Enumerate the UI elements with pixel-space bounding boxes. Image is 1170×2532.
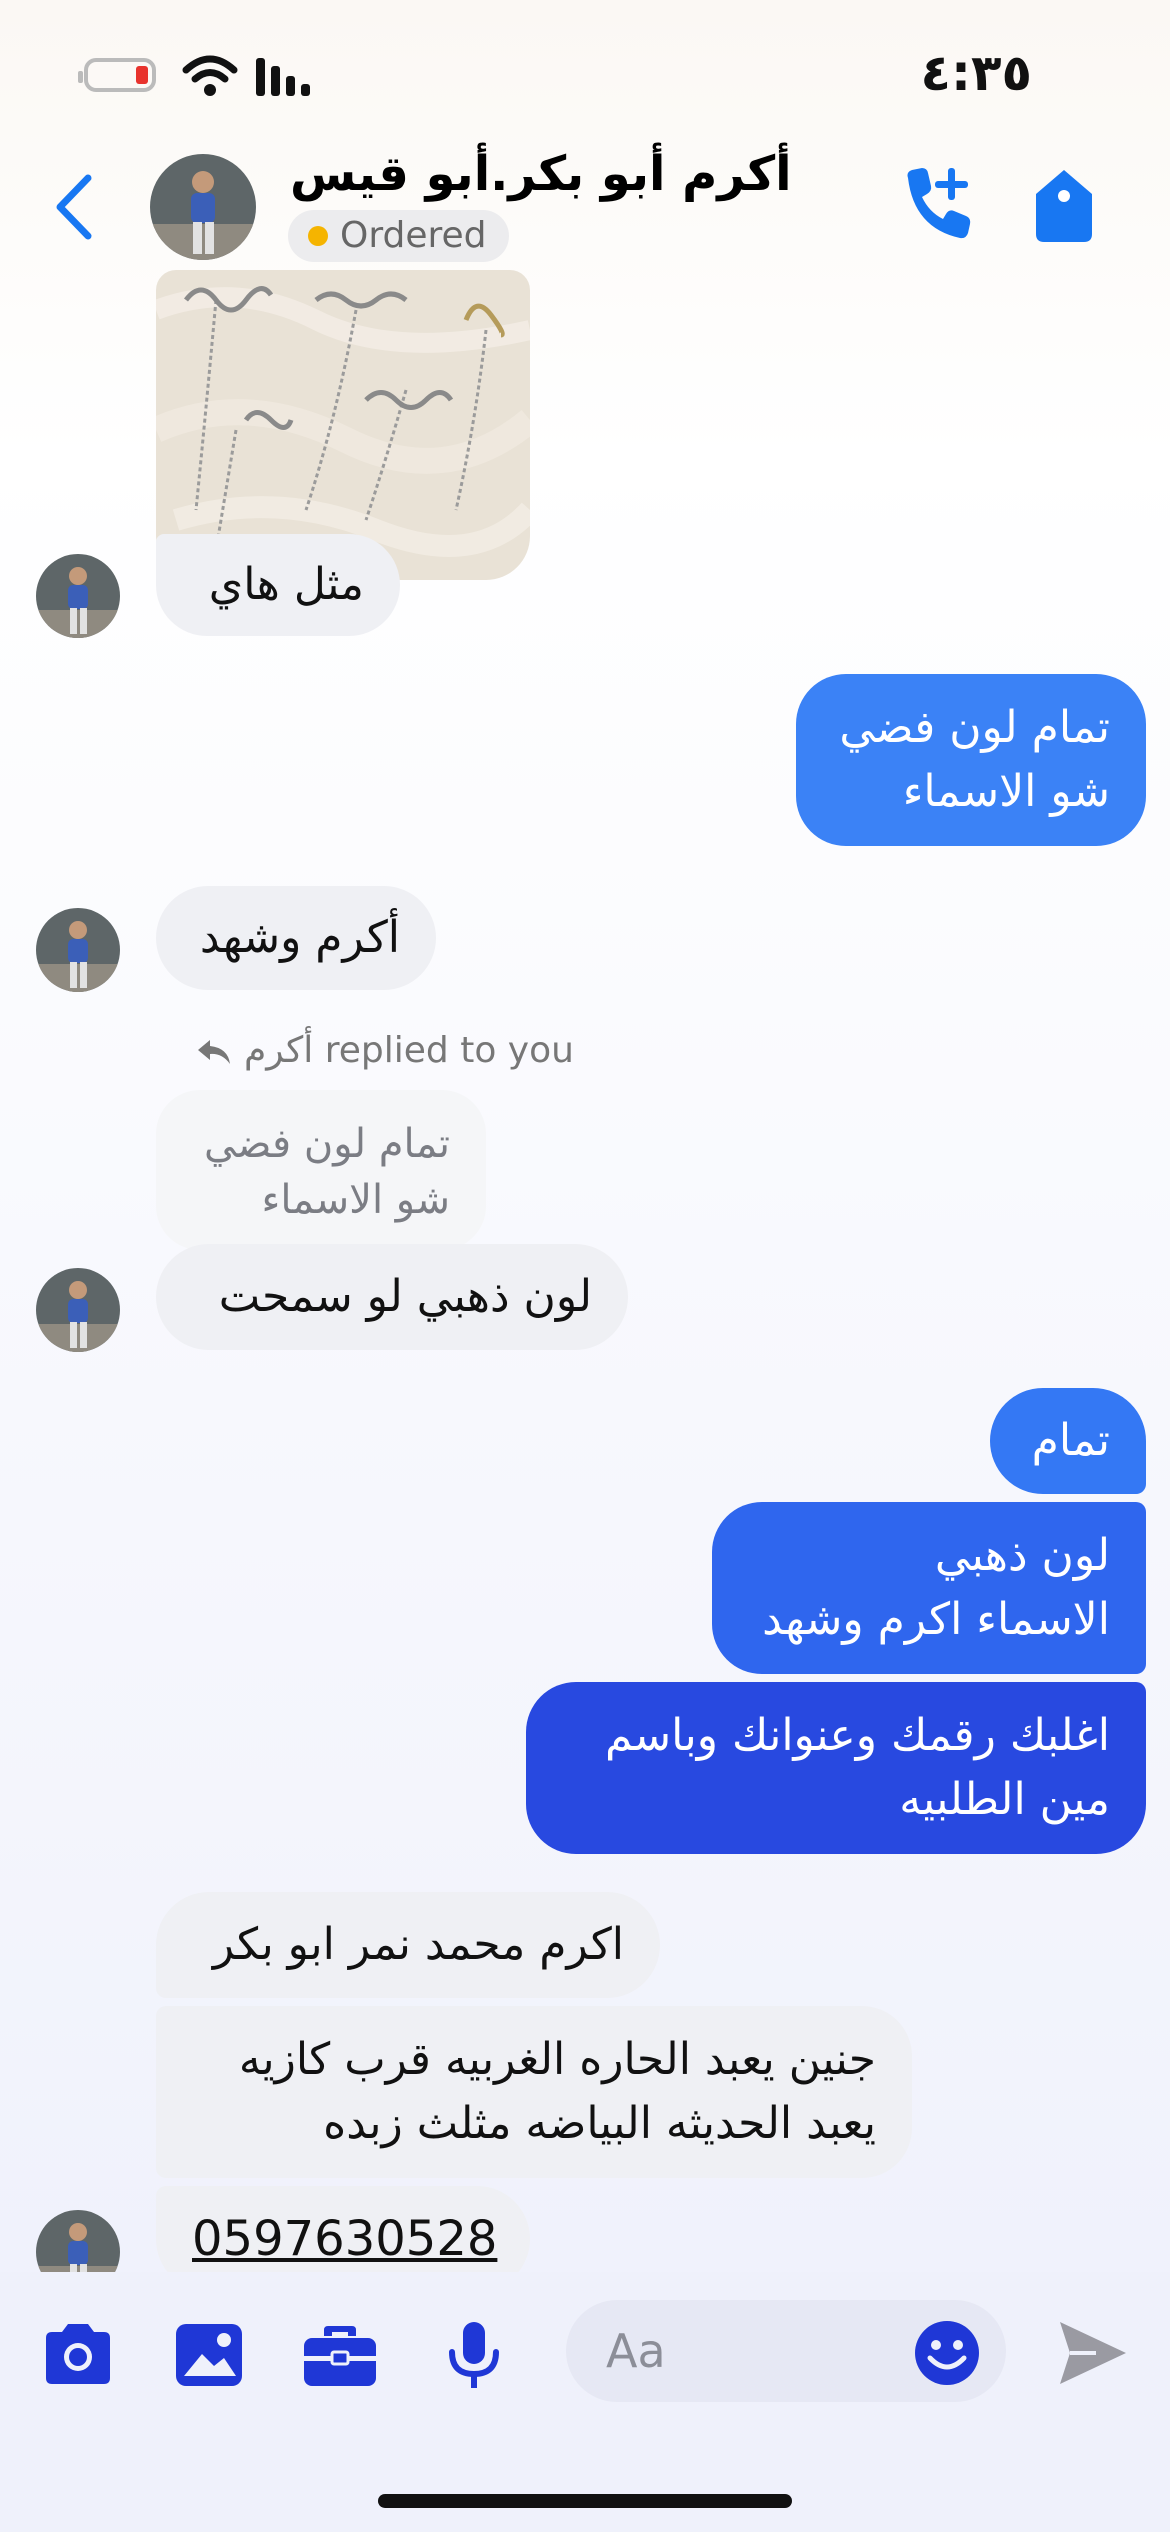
- home-indicator[interactable]: [378, 2494, 792, 2508]
- sender-avatar[interactable]: [36, 554, 120, 638]
- tag-icon[interactable]: [1032, 168, 1096, 244]
- message-line: لون ذهبي: [934, 1530, 1110, 1581]
- status-dot: [308, 226, 328, 246]
- incoming-message[interactable]: مثل هاي: [156, 534, 400, 636]
- incoming-message[interactable]: جنين يعبد الحاره الغربيه قرب كازيه يعبد …: [156, 2006, 912, 2178]
- send-icon[interactable]: [1056, 2318, 1130, 2388]
- message-line: تمام لون فضي: [839, 702, 1110, 753]
- call-add-icon[interactable]: [896, 164, 976, 244]
- contact-name[interactable]: أكرم أبو بكر.أبو قيس: [290, 146, 792, 202]
- outgoing-message[interactable]: تمام لون فضي شو الاسماء: [796, 674, 1146, 846]
- image-icon[interactable]: [172, 2320, 248, 2390]
- message-line: مين الطلبيه: [899, 1774, 1110, 1825]
- battery-icon: [78, 58, 156, 92]
- message-line: جنين يعبد الحاره الغربيه قرب كازيه: [238, 2034, 876, 2085]
- incoming-message[interactable]: أكرم وشهد: [156, 886, 436, 990]
- outgoing-message[interactable]: لون ذهبي الاسماء اكرم وشهد: [712, 1502, 1146, 1674]
- briefcase-icon[interactable]: [300, 2320, 380, 2390]
- quoted-line: شو الاسماء: [261, 1177, 450, 1223]
- message-line: شو الاسماء: [902, 766, 1110, 817]
- reply-note: أكرم replied to you: [244, 1030, 574, 1071]
- sender-avatar[interactable]: [36, 1268, 120, 1352]
- message-line: اغلبك رقمك وعنوانك وباسم: [604, 1710, 1110, 1761]
- outgoing-message[interactable]: تمام: [990, 1388, 1146, 1494]
- status-time: ٤:٣٥: [920, 44, 1032, 102]
- incoming-message[interactable]: لون ذهبي لو سمحت: [156, 1244, 628, 1350]
- message-line: الاسماء اكرم وشهد: [762, 1594, 1110, 1645]
- outgoing-message[interactable]: اغلبك رقمك وعنوانك وباسم مين الطلبيه: [526, 1682, 1146, 1854]
- reply-arrow-icon: [198, 1040, 230, 1064]
- microphone-icon[interactable]: [446, 2320, 502, 2392]
- emoji-icon[interactable]: [912, 2318, 982, 2388]
- status-badge[interactable]: Ordered: [288, 210, 509, 262]
- back-icon[interactable]: [50, 172, 100, 242]
- status-badge-label: Ordered: [340, 215, 487, 256]
- signal-icon: [256, 58, 310, 96]
- quoted-message[interactable]: تمام لون فضي شو الاسماء: [156, 1090, 486, 1250]
- quoted-line: تمام لون فضي: [203, 1121, 450, 1167]
- phone-number-link[interactable]: 0597630528: [192, 2211, 497, 2267]
- contact-avatar[interactable]: [150, 154, 256, 260]
- camera-icon[interactable]: [38, 2320, 118, 2390]
- message-line: يعبد الحديثه البياضه مثلث زبده: [323, 2098, 876, 2149]
- incoming-message[interactable]: اكرم محمد نمر ابو بكر: [156, 1892, 660, 1998]
- wifi-icon: [182, 55, 238, 96]
- sender-avatar[interactable]: [36, 908, 120, 992]
